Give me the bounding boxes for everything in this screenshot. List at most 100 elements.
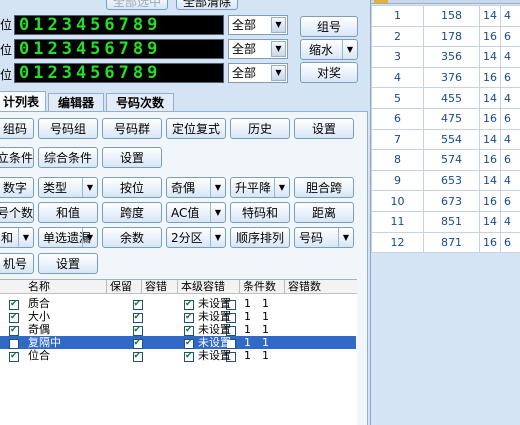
condition-count: 1 (244, 310, 251, 323)
tolerance-checkbox[interactable] (184, 324, 194, 337)
by-position-button[interactable]: 按位 (102, 177, 162, 198)
remainder-button[interactable]: 余数 (102, 227, 162, 248)
chevron-down-icon[interactable]: ▼ (271, 17, 286, 33)
table-row[interactable]: 4 376 16 6 (371, 66, 520, 89)
chevron-down-icon[interactable]: ▼ (338, 228, 353, 247)
settings-button[interactable]: 设置 (294, 118, 354, 139)
number-dropdown-button[interactable]: 号码 ▼ (294, 227, 354, 248)
group-button[interactable]: 组号 (300, 16, 358, 37)
header-keep[interactable]: 保留 (106, 280, 132, 293)
filter-code-button[interactable]: 组码 (0, 118, 34, 139)
chevron-down-icon[interactable]: ▼ (210, 178, 225, 197)
two-zone-button[interactable]: 2分区 ▼ (166, 227, 226, 248)
number-count-button[interactable]: 号个数 (0, 202, 34, 223)
tab-list[interactable]: 计列表 (0, 91, 46, 111)
keep-checkbox[interactable] (132, 337, 143, 350)
position-select[interactable]: 全部 ▼ (228, 63, 288, 83)
special-sum-button[interactable]: 特码和 (230, 202, 290, 223)
header-error-count[interactable]: 容错数 (284, 280, 321, 293)
ac-value-button[interactable]: AC值 ▼ (166, 202, 226, 223)
tolerance-checkbox[interactable] (184, 311, 194, 324)
table-row[interactable]: 3 356 14 4 (371, 46, 520, 68)
chevron-down-icon[interactable]: ▼ (274, 178, 289, 197)
digit-display[interactable]: 0123456789 (14, 63, 224, 83)
condition-count: 1 (244, 323, 251, 336)
sum-dropdown-button[interactable]: 和 ▼ (0, 227, 34, 248)
chevron-down-icon[interactable]: ▼ (210, 203, 225, 222)
chevron-down-icon[interactable]: ▼ (82, 228, 97, 247)
header-name[interactable]: 名称 (28, 280, 50, 293)
table-row[interactable]: 10 673 16 6 (371, 190, 520, 212)
position-compound-button[interactable]: 定位复式 (166, 118, 226, 139)
row-settings-button[interactable]: 设置 (38, 253, 98, 274)
select-all-button[interactable]: 全部选中 (106, 0, 168, 10)
header-condition-count[interactable]: 条件数 (239, 280, 276, 293)
tab-number-count[interactable]: 号码次数 (106, 93, 174, 111)
enable-checkbox[interactable] (9, 298, 19, 311)
machine-number-button[interactable]: 机号 (0, 253, 34, 274)
list-item[interactable]: 位合 未设置 1 1 (0, 349, 356, 363)
list-item[interactable]: 质合 未设置 1 1 (0, 297, 356, 311)
keep-checkbox[interactable] (132, 324, 143, 337)
history-button[interactable]: 历史 (230, 118, 290, 139)
chevron-down-icon[interactable]: ▼ (271, 65, 286, 81)
table-row[interactable]: 8 574 16 6 (371, 149, 520, 171)
table-row[interactable]: 9 653 14 4 (371, 169, 520, 192)
chevron-down-icon[interactable]: ▼ (271, 41, 286, 57)
table-row[interactable]: 12 871 16 6 (371, 231, 520, 254)
header-tolerance[interactable]: 容错 (141, 280, 167, 293)
number-cluster-button[interactable]: 号码群 (102, 118, 162, 139)
enable-checkbox[interactable] (9, 350, 19, 363)
enable-checkbox[interactable] (9, 311, 19, 324)
bile-span-button[interactable]: 胆合跨 (294, 177, 354, 198)
list-item[interactable]: 奇偶 未设置 1 1 (0, 323, 356, 337)
keep-checkbox[interactable] (132, 311, 143, 324)
ac-value-label: AC值 (171, 206, 200, 220)
set-condition-button[interactable]: 立条件 (0, 147, 34, 168)
digit-display[interactable]: 0123456789 (14, 39, 224, 59)
sum-value-button[interactable]: 和值 (38, 202, 98, 223)
position-select[interactable]: 全部 ▼ (228, 39, 288, 59)
table-row[interactable]: 2 178 16 6 (371, 25, 520, 48)
chevron-down-icon[interactable]: ▼ (82, 178, 97, 197)
single-omission-button[interactable]: 单选遗漏 ▼ (38, 227, 98, 248)
sum-dropdown-label: 和 (1, 231, 14, 245)
span-button[interactable]: 跨度 (102, 202, 162, 223)
keep-checkbox[interactable] (132, 350, 143, 363)
list-item-selected[interactable]: 复隔中 未设置 1 1 (0, 336, 356, 350)
item-name: 质合 (28, 297, 50, 310)
digit-button[interactable]: 数字 (0, 177, 34, 198)
chevron-down-icon[interactable]: ▼ (342, 40, 357, 59)
type-button[interactable]: 类型 ▼ (38, 177, 98, 198)
digit-display[interactable]: 0123456789 (14, 15, 224, 35)
keep-checkbox[interactable] (132, 298, 143, 311)
rise-fall-button[interactable]: 升平降 ▼ (230, 177, 290, 198)
table-row[interactable]: 1 158 14 4 (371, 5, 520, 27)
table-row[interactable]: 5 455 14 4 (371, 87, 520, 109)
list-item[interactable]: 大小 未设置 1 1 (0, 310, 356, 324)
distance-button[interactable]: 距离 (294, 202, 354, 223)
tab-editor[interactable]: 编辑器 (48, 93, 104, 111)
shrink-button[interactable]: 缩水 ▼ (300, 39, 358, 60)
chevron-down-icon[interactable]: ▼ (18, 228, 33, 247)
table-row[interactable]: 6 475 16 6 (371, 107, 520, 130)
row-label: 位 (0, 18, 13, 32)
sequence-sort-button[interactable]: 顺序排列 (230, 227, 290, 248)
chevron-down-icon[interactable]: ▼ (210, 228, 225, 247)
type-label: 类型 (43, 181, 68, 195)
position-select[interactable]: 全部 ▼ (228, 15, 288, 35)
number-group-button[interactable]: 号码组 (38, 118, 98, 139)
odd-even-button[interactable]: 奇偶 ▼ (166, 177, 226, 198)
header-level-tolerance[interactable]: 本级容错 (177, 280, 225, 293)
tolerance-checkbox[interactable] (184, 298, 194, 311)
prize-check-button[interactable]: 对奖 (300, 62, 358, 83)
combined-condition-button[interactable]: 综合条件 (38, 147, 98, 168)
condition-settings-button[interactable]: 设置 (102, 147, 162, 168)
tolerance-checkbox[interactable] (184, 337, 194, 350)
tolerance-checkbox[interactable] (184, 350, 194, 363)
enable-checkbox[interactable] (9, 339, 19, 349)
clear-all-button[interactable]: 全部清除 (176, 0, 238, 10)
table-row[interactable]: 11 851 14 4 (371, 210, 520, 233)
table-row[interactable]: 7 554 14 4 (371, 128, 520, 151)
enable-checkbox[interactable] (9, 324, 19, 337)
